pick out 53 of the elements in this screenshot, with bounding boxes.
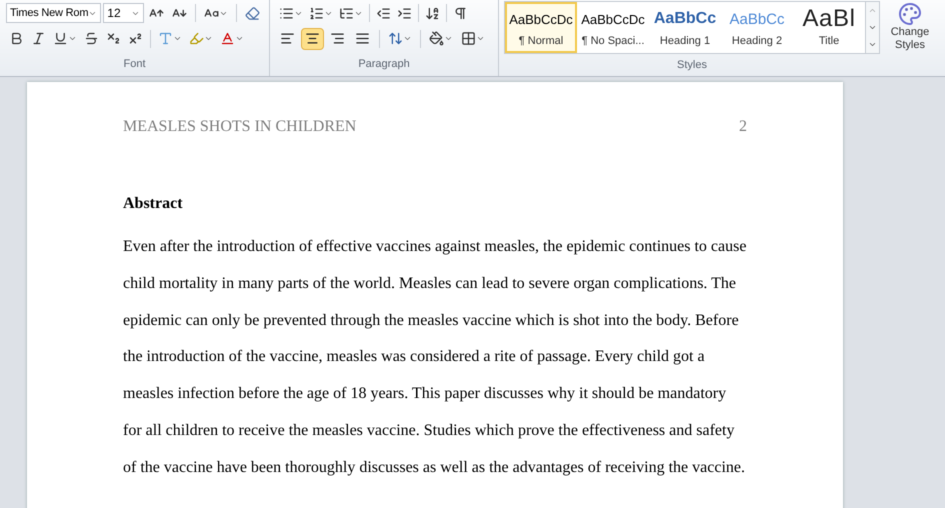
body-text-line: measles infection before the age of 18 years. This paper discusses why it should be mandatory	[123, 384, 728, 404]
subscript-icon	[106, 31, 121, 46]
bullets-icon	[279, 6, 294, 20]
highlight-icon	[189, 31, 204, 46]
body-text-line: epidemic can only be prevented through the measles vaccine which is shot into the body. Before	[123, 310, 740, 331]
font-name-field[interactable]: Times New Rom	[6, 3, 102, 23]
align-icon	[305, 31, 320, 46]
group-label: Styles	[677, 58, 707, 73]
font-color-icon	[220, 31, 235, 46]
group-label: Font	[123, 56, 146, 72]
style-tile[interactable]: AaBbCc Heading 1	[649, 2, 721, 53]
caret-icon	[68, 34, 77, 43]
clear-formatting-icon	[245, 6, 260, 20]
line-spacing-icon	[388, 31, 403, 46]
body-text-line: for all children to receive the measles vaccine. Studies which prove the effectiveness and safety	[123, 420, 736, 441]
style-tile[interactable]: AaBl Title	[793, 2, 865, 53]
align-icon	[280, 31, 295, 46]
group-label: Paragraph	[358, 56, 410, 72]
italic-icon	[31, 31, 46, 46]
body-text-line: child mortality in many parts of the world. Measles can lead to severe organ complications. The	[123, 274, 738, 294]
font-size-field[interactable]: 12	[103, 3, 144, 23]
caret-icon	[235, 34, 244, 43]
align-button[interactable]	[301, 28, 324, 50]
style-tile[interactable]: AaBbCc Heading 2	[721, 2, 793, 53]
align-icon	[355, 31, 370, 46]
page-header: MEASLES SHOTS IN CHILDREN	[123, 117, 356, 137]
caret-icon	[444, 34, 453, 43]
heading: Abstract	[123, 194, 184, 214]
increase-indent-icon	[397, 6, 412, 20]
body-text-line: the introduction of the vaccine, measles was considered a rite of passage. Every child got a	[123, 347, 706, 368]
sort-icon	[425, 6, 440, 20]
body-text-line: of the vaccine have been thoroughly discusses as well as the advantages of receiving the vaccine.	[123, 458, 746, 478]
page-number: 2	[739, 117, 747, 137]
bold-icon	[9, 31, 24, 46]
multilevel-list-icon	[339, 6, 354, 20]
text-effects-icon	[158, 31, 173, 46]
decrease-indent-icon	[376, 6, 391, 20]
strikethrough-icon	[84, 31, 99, 46]
caret-icon	[173, 34, 182, 43]
numbering-icon	[309, 6, 324, 20]
style-tile[interactable]: AaBbCcDc ¶ Normal	[505, 2, 577, 53]
borders-icon	[461, 31, 476, 46]
caret-icon	[204, 34, 213, 43]
change-styles-button[interactable]: Change Styles	[880, 1, 940, 54]
caret-icon	[403, 34, 412, 43]
style-tile[interactable]: AaBbCcDc ¶ No Spaci...	[577, 2, 649, 53]
caret-icon	[476, 34, 485, 43]
show-marks-icon	[453, 6, 468, 20]
align-icon	[330, 31, 345, 46]
underline-icon	[53, 31, 68, 46]
shading-icon	[429, 31, 444, 46]
body-text-line: Even after the introduction of effective vaccines against measles, the epidemic continues to cause	[123, 237, 747, 257]
superscript-icon	[128, 31, 143, 46]
